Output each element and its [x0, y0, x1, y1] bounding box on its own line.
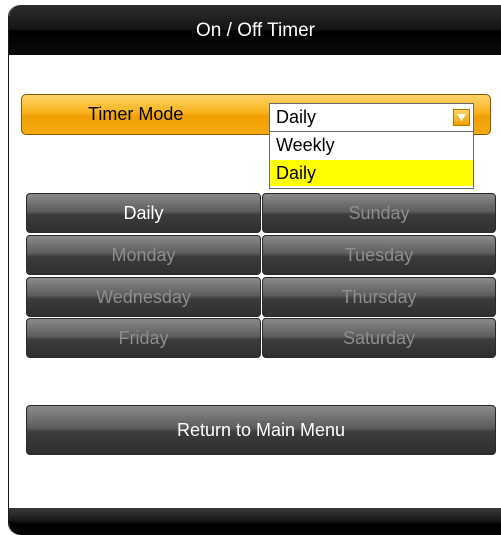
option-weekly[interactable]: Weekly — [270, 132, 473, 158]
day-button-daily[interactable]: Daily — [26, 193, 261, 233]
timer-mode-label: Timer Mode — [88, 104, 184, 124]
page-title: On / Off Timer — [9, 5, 501, 55]
day-button-wednesday[interactable]: Wednesday — [26, 277, 261, 317]
day-button-saturday[interactable]: Saturday — [262, 318, 496, 358]
day-button-sunday[interactable]: Sunday — [262, 193, 496, 233]
day-button-friday[interactable]: Friday — [26, 318, 261, 358]
day-button-tuesday[interactable]: Tuesday — [262, 235, 496, 275]
chevron-down-icon[interactable] — [453, 109, 470, 126]
timer-mode-dropdown: Weekly Daily — [269, 132, 474, 189]
return-to-main-menu-button[interactable]: Return to Main Menu — [26, 405, 496, 455]
option-daily[interactable]: Daily — [270, 160, 473, 186]
timer-mode-select[interactable]: Daily — [269, 103, 474, 132]
timer-mode-selected-value: Daily — [276, 107, 317, 127]
day-button-monday[interactable]: Monday — [26, 235, 261, 275]
day-button-thursday[interactable]: Thursday — [262, 277, 496, 317]
footer-bar — [9, 508, 501, 535]
